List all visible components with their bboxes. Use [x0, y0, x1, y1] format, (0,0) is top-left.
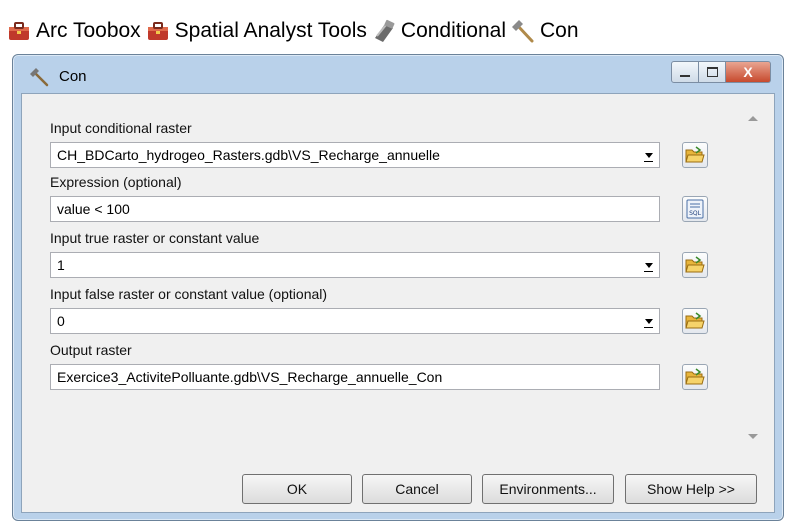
- breadcrumb-label: Conditional: [400, 19, 506, 42]
- output-raster-label: Output raster: [50, 342, 132, 358]
- input-true-value: 1: [57, 257, 65, 273]
- breadcrumb-label: Con: [539, 19, 579, 42]
- scroll-down-arrow-icon[interactable]: [748, 434, 758, 439]
- input-conditional-raster-value: CH_BDCarto_hydrogeo_Rasters.gdb\VS_Recha…: [57, 147, 440, 163]
- input-conditional-raster-label: Input conditional raster: [50, 120, 192, 136]
- hammer-icon: [511, 20, 534, 43]
- browse-true-raster-button[interactable]: [682, 252, 708, 278]
- output-raster-value: Exercice3_ActivitePolluante.gdb\VS_Recha…: [57, 369, 443, 385]
- input-false-value: 0: [57, 313, 65, 329]
- vertical-scrollbar[interactable]: [744, 110, 762, 445]
- title-bar[interactable]: Con X: [13, 55, 783, 93]
- sql-query-builder-button[interactable]: SQL: [682, 196, 708, 222]
- cancel-button[interactable]: Cancel: [362, 474, 472, 504]
- dropdown-arrow-icon[interactable]: [640, 255, 657, 275]
- input-false-label: Input false raster or constant value (op…: [50, 286, 328, 302]
- window-controls: X: [671, 61, 771, 83]
- show-help-button[interactable]: Show Help >>: [625, 474, 757, 504]
- con-dialog-window: Con X Input conditional raster CH_BDCart…: [12, 54, 784, 521]
- svg-text:SQL: SQL: [689, 210, 702, 217]
- maximize-button[interactable]: [699, 61, 726, 83]
- dialog-client-area: Input conditional raster CH_BDCarto_hydr…: [21, 93, 775, 513]
- sql-icon: SQL: [686, 199, 704, 219]
- expression-value: value < 100: [57, 201, 130, 217]
- breadcrumb-item-spatial-analyst-tools[interactable]: Spatial Analyst Tools: [145, 18, 371, 44]
- toolbox-icon: [147, 22, 168, 40]
- open-folder-icon: [685, 368, 705, 385]
- expression-input[interactable]: value < 100: [50, 196, 660, 222]
- dialog-button-bar: OK Cancel Environments... Show Help >>: [22, 464, 774, 512]
- hammer-icon: [30, 68, 49, 87]
- minimize-icon: [680, 75, 690, 77]
- minimize-button[interactable]: [671, 61, 699, 83]
- breadcrumb-label: Spatial Analyst Tools: [174, 19, 367, 42]
- open-folder-icon: [685, 146, 705, 163]
- expression-label: Expression (optional): [50, 174, 182, 190]
- maximize-icon: [706, 67, 718, 77]
- input-false-combobox[interactable]: 0: [50, 308, 660, 334]
- input-conditional-raster-combobox[interactable]: CH_BDCarto_hydrogeo_Rasters.gdb\VS_Recha…: [50, 142, 660, 168]
- browse-output-raster-button[interactable]: [682, 364, 708, 390]
- output-raster-input[interactable]: Exercice3_ActivitePolluante.gdb\VS_Recha…: [50, 364, 660, 390]
- browse-conditional-raster-button[interactable]: [682, 142, 708, 168]
- breadcrumb-item-conditional[interactable]: Conditional: [371, 18, 510, 44]
- open-folder-icon: [685, 256, 705, 273]
- open-folder-icon: [685, 312, 705, 329]
- ok-button[interactable]: OK: [242, 474, 352, 504]
- dropdown-arrow-icon[interactable]: [640, 145, 657, 165]
- close-icon: X: [743, 64, 753, 80]
- close-button[interactable]: X: [726, 61, 771, 83]
- breadcrumb-item-arc-toolbox[interactable]: Arc Toobox: [6, 18, 145, 44]
- scroll-up-arrow-icon[interactable]: [748, 116, 758, 121]
- parameters-panel: Input conditional raster CH_BDCarto_hydr…: [40, 110, 780, 445]
- toolset-icon: [374, 19, 395, 42]
- breadcrumb: Arc Toobox Spatial Analyst Tools Conditi…: [6, 16, 583, 46]
- input-true-combobox[interactable]: 1: [50, 252, 660, 278]
- browse-false-raster-button[interactable]: [682, 308, 708, 334]
- breadcrumb-label: Arc Toobox: [36, 19, 141, 42]
- breadcrumb-item-con[interactable]: Con: [510, 18, 583, 44]
- toolbox-icon: [9, 22, 29, 40]
- dropdown-arrow-icon[interactable]: [640, 311, 657, 331]
- input-true-label: Input true raster or constant value: [50, 230, 260, 246]
- window-title: Con: [59, 68, 87, 85]
- environments-button[interactable]: Environments...: [482, 474, 614, 504]
